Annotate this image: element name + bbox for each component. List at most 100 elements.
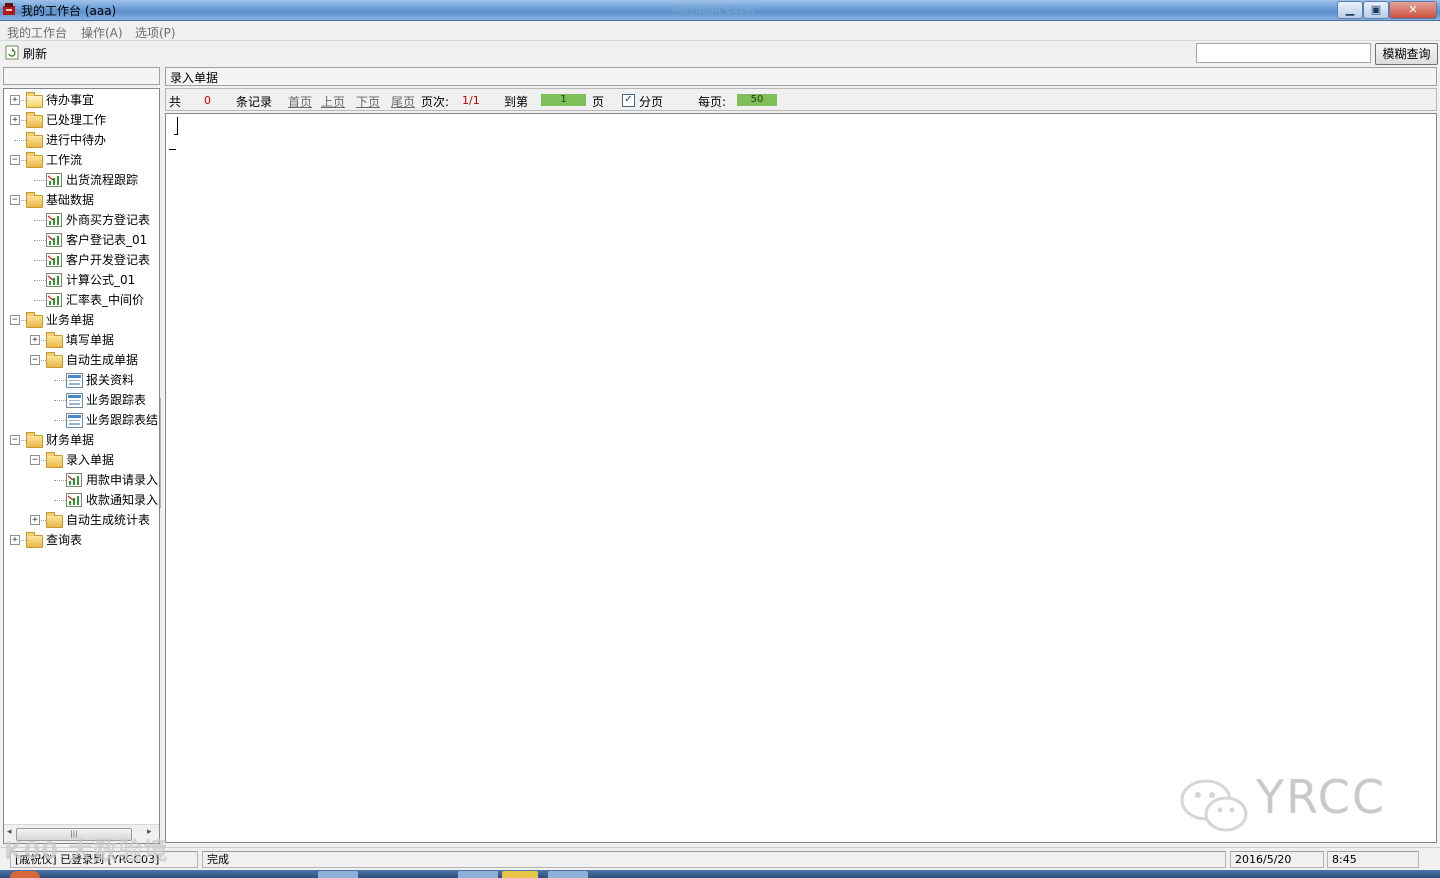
- taskbar-item[interactable]: [458, 871, 498, 878]
- tree-item[interactable]: − 录入单据: [4, 450, 159, 470]
- content-area[interactable]: [165, 113, 1437, 843]
- status-date: 2016/5/20: [1230, 851, 1324, 868]
- watermark-text: YRCC: [1256, 770, 1387, 824]
- close-button[interactable]: ✕: [1389, 1, 1437, 19]
- tree-item-label: 用款申请录入: [86, 473, 159, 487]
- first-page-link[interactable]: 首页: [288, 93, 312, 110]
- report-icon: [66, 493, 82, 507]
- tree-item[interactable]: 用款申请录入: [4, 470, 159, 490]
- panel-header: 录入单据: [165, 67, 1437, 86]
- title-bar[interactable]: 我的工作台 (aaa) Microsoft Excel ▁ ▣ ✕: [0, 0, 1440, 21]
- tree-item[interactable]: + 查询表: [4, 530, 159, 550]
- start-button[interactable]: [10, 871, 40, 878]
- collapse-icon[interactable]: −: [10, 435, 20, 445]
- report-icon: [66, 473, 82, 487]
- minimize-button[interactable]: ▁: [1337, 1, 1363, 19]
- tree-item-label: 计算公式_01: [66, 273, 136, 287]
- tree-item[interactable]: 业务跟踪表结: [4, 410, 159, 430]
- folder-icon: [46, 512, 63, 528]
- status-bar: [戚祝仪] 已登录到 [YRCC03] 完成 2016/5/20 8:45: [0, 847, 1440, 871]
- maximize-button[interactable]: ▣: [1363, 1, 1389, 19]
- tree-item[interactable]: 客户登记表_01: [4, 230, 159, 250]
- expand-icon[interactable]: +: [10, 535, 20, 545]
- expand-icon[interactable]: +: [10, 95, 20, 105]
- paginate-label: 分页: [639, 95, 664, 109]
- tree-connector: [34, 260, 46, 261]
- taskbar-item[interactable]: [548, 871, 588, 878]
- tree-item[interactable]: + 自动生成统计表: [4, 510, 159, 530]
- report-icon: [46, 273, 62, 287]
- background-window-title: Microsoft Excel: [672, 3, 755, 16]
- tree-item[interactable]: 出货流程跟踪: [4, 170, 159, 190]
- tree-item-label: 汇率表_中间价: [66, 293, 145, 307]
- report-icon: [46, 213, 62, 227]
- tree-item-label: 出货流程跟踪: [66, 173, 139, 187]
- tree-item-label: 工作流: [46, 153, 83, 167]
- report-icon: [46, 293, 62, 307]
- tree-connector: [34, 180, 46, 181]
- expand-icon[interactable]: +: [30, 335, 40, 345]
- document-icon: [66, 413, 83, 428]
- folder-icon: [46, 452, 63, 468]
- search-input[interactable]: [1196, 43, 1371, 63]
- tree-item-label: 收款通知录入: [86, 493, 159, 507]
- tree-item[interactable]: 汇率表_中间价: [4, 290, 159, 310]
- tree-item[interactable]: − 业务单据: [4, 310, 159, 330]
- tree-item[interactable]: 业务跟踪表: [4, 390, 159, 410]
- taskbar-item[interactable]: [318, 871, 358, 878]
- navigation-tree[interactable]: + 待办事宜 + 已处理工作 进行中待办 − 工作流 出货流程跟踪 − 基础数据 外商买方登记表 客户…: [3, 88, 160, 844]
- menu-options[interactable]: 选项(P): [135, 24, 176, 41]
- collapse-icon[interactable]: −: [10, 155, 20, 165]
- prev-page-link[interactable]: 上页: [321, 93, 345, 110]
- tree-item[interactable]: − 基础数据: [4, 190, 159, 210]
- tree-item[interactable]: + 已处理工作: [4, 110, 159, 130]
- taskbar-item[interactable]: [502, 871, 538, 878]
- folder-icon: [26, 192, 43, 208]
- tree-item-label: 业务单据: [46, 313, 95, 327]
- panel-title: 录入单据: [170, 71, 219, 85]
- tree-connector: [34, 240, 46, 241]
- last-page-link[interactable]: 尾页: [391, 93, 415, 110]
- menu-operations[interactable]: 操作(A): [81, 24, 123, 41]
- total-suffix: 条记录: [236, 95, 273, 109]
- tree-item-label: 客户登记表_01: [66, 233, 148, 247]
- tree-connector: [34, 220, 46, 221]
- expand-icon[interactable]: +: [30, 515, 40, 525]
- refresh-button[interactable]: 刷新: [5, 44, 55, 62]
- tree-item-label: 自动生成单据: [66, 353, 139, 367]
- collapse-icon[interactable]: −: [30, 355, 40, 365]
- goto-page-input[interactable]: 1: [541, 94, 586, 106]
- page-value: 1/1: [462, 94, 480, 107]
- taskbar: [0, 870, 1440, 878]
- folder-icon: [26, 532, 43, 548]
- tree-item-label: 财务单据: [46, 433, 95, 447]
- pager-bar: 共 0 条记录 首页 上页 下页 尾页 页次: 1/1 到第 1 页 ✓ 分页 …: [165, 88, 1437, 111]
- tree-item[interactable]: 报关资料: [4, 370, 159, 390]
- tree-item[interactable]: − 财务单据: [4, 430, 159, 450]
- tree-item[interactable]: − 工作流: [4, 150, 159, 170]
- content-marker: [169, 149, 176, 150]
- expand-icon[interactable]: +: [10, 115, 20, 125]
- refresh-label: 刷新: [23, 47, 48, 61]
- collapse-icon[interactable]: −: [10, 315, 20, 325]
- tree-item[interactable]: + 填写单据: [4, 330, 159, 350]
- envelope-folder-icon: [26, 92, 43, 108]
- collapse-icon[interactable]: −: [30, 455, 40, 465]
- tree-connector: [54, 480, 66, 481]
- tree-connector: [34, 280, 46, 281]
- folder-icon: [26, 312, 43, 328]
- tree-item[interactable]: + 待办事宜: [4, 90, 159, 110]
- fuzzy-search-button[interactable]: 模糊查询: [1375, 43, 1438, 65]
- tree-item[interactable]: 客户开发登记表: [4, 250, 159, 270]
- goto-suffix: 页: [592, 95, 605, 109]
- tree-item[interactable]: 收款通知录入: [4, 490, 159, 510]
- tree-item[interactable]: 进行中待办: [4, 130, 159, 150]
- next-page-link[interactable]: 下页: [356, 93, 380, 110]
- collapse-icon[interactable]: −: [10, 195, 20, 205]
- per-page-input[interactable]: 50: [737, 94, 777, 106]
- tree-item[interactable]: − 自动生成单据: [4, 350, 159, 370]
- tree-item[interactable]: 外商买方登记表: [4, 210, 159, 230]
- tree-item[interactable]: 计算公式_01: [4, 270, 159, 290]
- menu-workbench[interactable]: 我的工作台: [7, 24, 67, 41]
- paginate-checkbox[interactable]: ✓: [622, 94, 635, 107]
